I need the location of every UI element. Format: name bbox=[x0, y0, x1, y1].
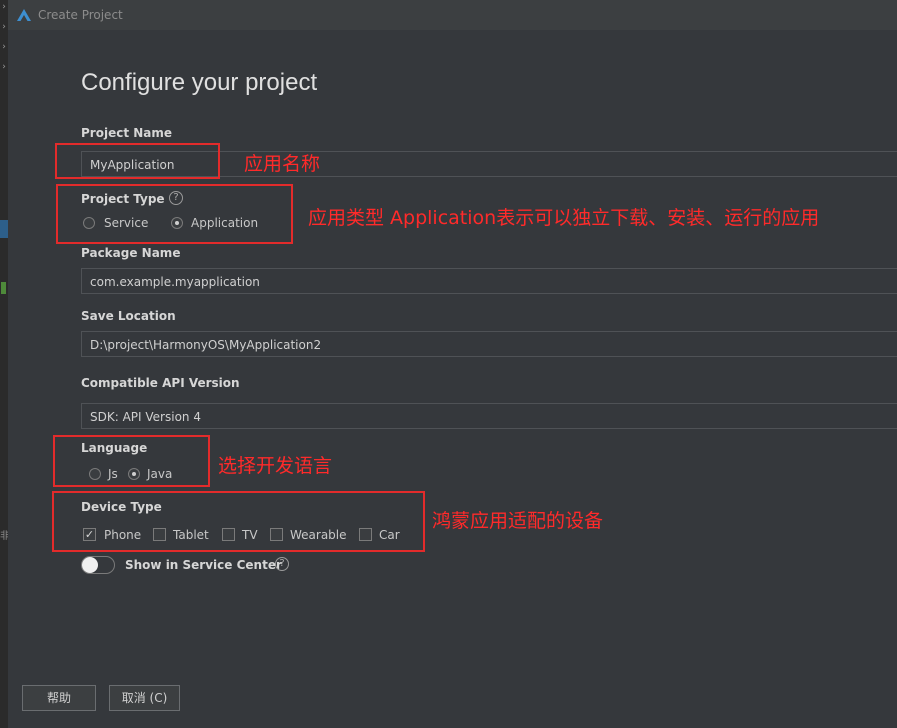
save-location-label: Save Location bbox=[81, 309, 176, 323]
help-icon[interactable]: ? bbox=[275, 557, 289, 571]
cancel-button[interactable]: 取消 (C) bbox=[109, 685, 180, 711]
annotation-app-type: 应用类型 Application表示可以独立下载、安装、运行的应用 bbox=[308, 207, 820, 229]
service-center-label: Show in Service Center bbox=[125, 558, 282, 572]
dialog-content: Configure your project Project Name MyAp… bbox=[8, 30, 897, 728]
save-location-input[interactable]: D:\project\HarmonyOS\MyApplication2 bbox=[81, 331, 897, 357]
annotation-box-name bbox=[55, 143, 220, 179]
service-center-toggle[interactable] bbox=[81, 556, 115, 574]
harmonyos-logo-icon bbox=[17, 9, 31, 21]
selection-highlight bbox=[0, 220, 8, 238]
status-indicator bbox=[1, 282, 6, 294]
chevron-right-icon[interactable]: › bbox=[0, 42, 8, 52]
window-title: Create Project bbox=[38, 8, 123, 22]
api-version-label: Compatible API Version bbox=[81, 376, 240, 390]
project-name-label: Project Name bbox=[81, 126, 173, 140]
chevron-right-icon[interactable]: › bbox=[0, 62, 8, 72]
annotation-box-device bbox=[52, 491, 425, 552]
annotation-box-type bbox=[56, 184, 293, 244]
package-name-label: Package Name bbox=[81, 246, 181, 260]
title-bar: Create Project bbox=[8, 0, 897, 30]
chevron-right-icon[interactable]: › bbox=[0, 22, 8, 32]
page-title: Configure your project bbox=[81, 69, 318, 96]
package-name-input[interactable]: com.example.myapplication bbox=[81, 268, 897, 294]
annotation-language: 选择开发语言 bbox=[218, 455, 333, 477]
annotation-box-language bbox=[53, 435, 210, 487]
chevron-right-icon[interactable]: › bbox=[0, 2, 8, 12]
annotation-device: 鸿蒙应用适配的设备 bbox=[432, 510, 604, 532]
help-button[interactable]: 帮助 bbox=[22, 685, 96, 711]
api-version-select[interactable]: SDK: API Version 4 bbox=[81, 403, 897, 429]
left-ide-strip: › › › › 非 bbox=[0, 0, 10, 728]
annotation-app-name: 应用名称 bbox=[244, 153, 321, 175]
toggle-knob bbox=[82, 557, 98, 573]
